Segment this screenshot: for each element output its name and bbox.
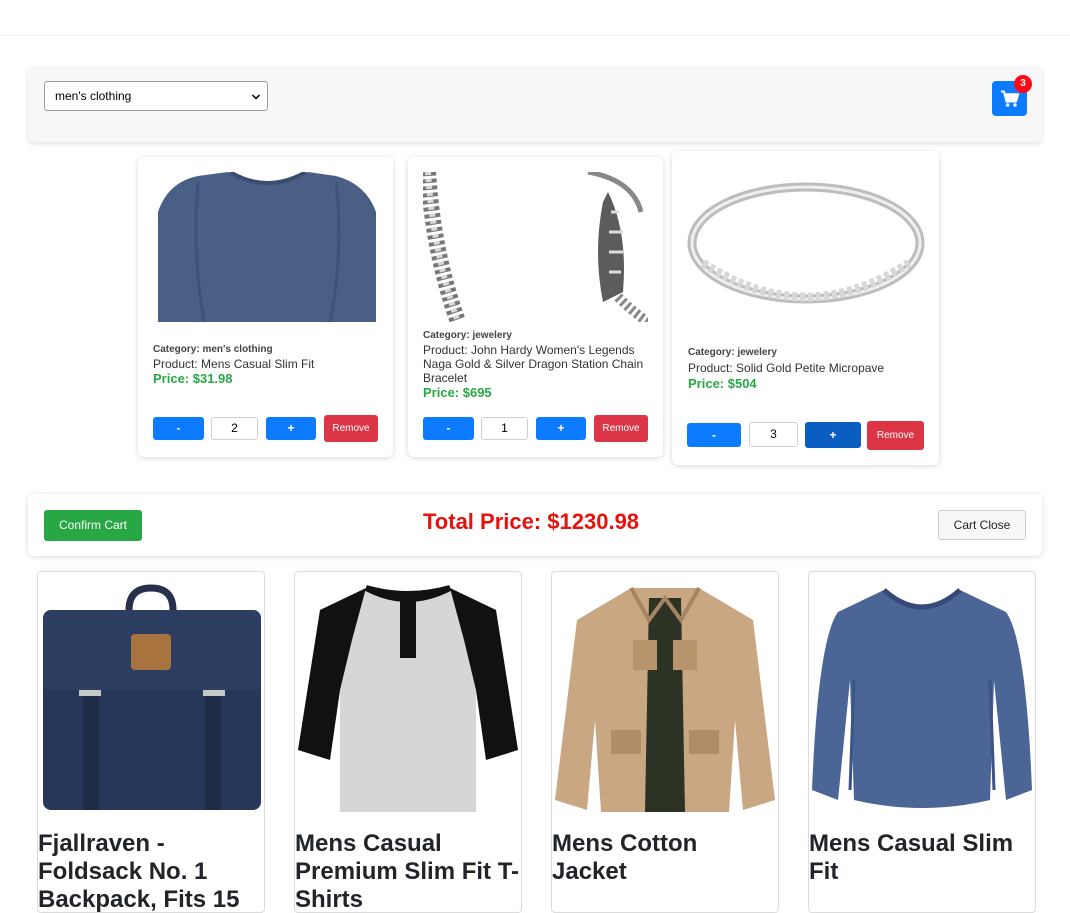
increase-quantity-button[interactable]: + bbox=[536, 417, 586, 440]
remove-button[interactable]: Remove bbox=[594, 415, 648, 442]
product-card[interactable]: Mens Casual Premium Slim Fit T-Shirts bbox=[294, 571, 522, 913]
cart-item-name: Product: John Hardy Women's Legends Naga… bbox=[423, 343, 644, 385]
remove-button[interactable]: Remove bbox=[324, 415, 378, 442]
product-image bbox=[423, 172, 648, 322]
cart-item-price: Price: $504 bbox=[688, 376, 757, 391]
product-title: Mens Casual Premium Slim Fit T-Shirts bbox=[295, 830, 520, 913]
cart-count-badge: 3 bbox=[1014, 75, 1032, 93]
product-title: Mens Cotton Jacket bbox=[552, 830, 698, 885]
decrease-quantity-button[interactable]: - bbox=[687, 423, 741, 447]
decrease-quantity-button[interactable]: - bbox=[423, 417, 474, 440]
cart-icon bbox=[1000, 90, 1019, 107]
quantity-input[interactable]: 2 bbox=[211, 417, 258, 440]
cart-item: Category: jewelery Product: Solid Gold P… bbox=[672, 151, 939, 465]
product-card[interactable]: Mens Cotton Jacket bbox=[551, 571, 779, 913]
decrease-quantity-button[interactable]: - bbox=[153, 417, 204, 440]
cart-item-name: Product: Mens Casual Slim Fit bbox=[153, 357, 315, 371]
quantity-input[interactable]: 3 bbox=[749, 422, 798, 447]
cart-item: Category: men's clothing Product: Mens C… bbox=[138, 157, 393, 457]
product-image bbox=[810, 580, 1034, 820]
increase-quantity-button[interactable]: + bbox=[805, 422, 861, 448]
increase-quantity-button[interactable]: + bbox=[266, 417, 316, 440]
category-select-value: men's clothing bbox=[55, 89, 132, 103]
top-header bbox=[0, 0, 1070, 36]
confirm-cart-button[interactable]: Confirm Cart bbox=[44, 510, 142, 541]
category-select[interactable]: men's clothing bbox=[44, 81, 268, 111]
product-title: Fjallraven - Foldsack No. 1 Backpack, Fi… bbox=[38, 830, 240, 913]
chevron-down-icon bbox=[251, 94, 261, 100]
cart-summary-bar: Confirm Cart Total Price: $1230.98 Cart … bbox=[28, 494, 1042, 556]
product-card[interactable]: Fjallraven - Foldsack No. 1 Backpack, Fi… bbox=[37, 571, 265, 913]
cart-item-name: Product: Solid Gold Petite Micropave bbox=[688, 361, 885, 375]
remove-button[interactable]: Remove bbox=[867, 421, 924, 450]
quantity-input[interactable]: 1 bbox=[481, 417, 528, 440]
product-image bbox=[296, 580, 520, 820]
cart-item-category: Category: jewelery bbox=[688, 347, 777, 358]
total-price: Total Price: $1230.98 bbox=[423, 509, 640, 534]
product-image bbox=[687, 181, 925, 311]
product-image bbox=[553, 580, 777, 820]
cart-close-button[interactable]: Cart Close bbox=[938, 510, 1026, 540]
cart-item: Category: jewelery Product: John Hardy W… bbox=[408, 157, 663, 457]
cart-item-category: Category: men's clothing bbox=[153, 344, 273, 355]
product-title: Mens Casual Slim Fit bbox=[809, 830, 1014, 885]
cart-item-price: Price: $695 bbox=[423, 385, 492, 400]
product-card[interactable]: Mens Casual Slim Fit bbox=[808, 571, 1036, 913]
filter-bar: men's clothing 3 bbox=[28, 66, 1042, 142]
cart-item-category: Category: jewelery bbox=[423, 330, 512, 341]
cart-item-price: Price: $31.98 bbox=[153, 371, 233, 386]
product-image bbox=[39, 580, 263, 820]
product-image bbox=[158, 172, 376, 322]
